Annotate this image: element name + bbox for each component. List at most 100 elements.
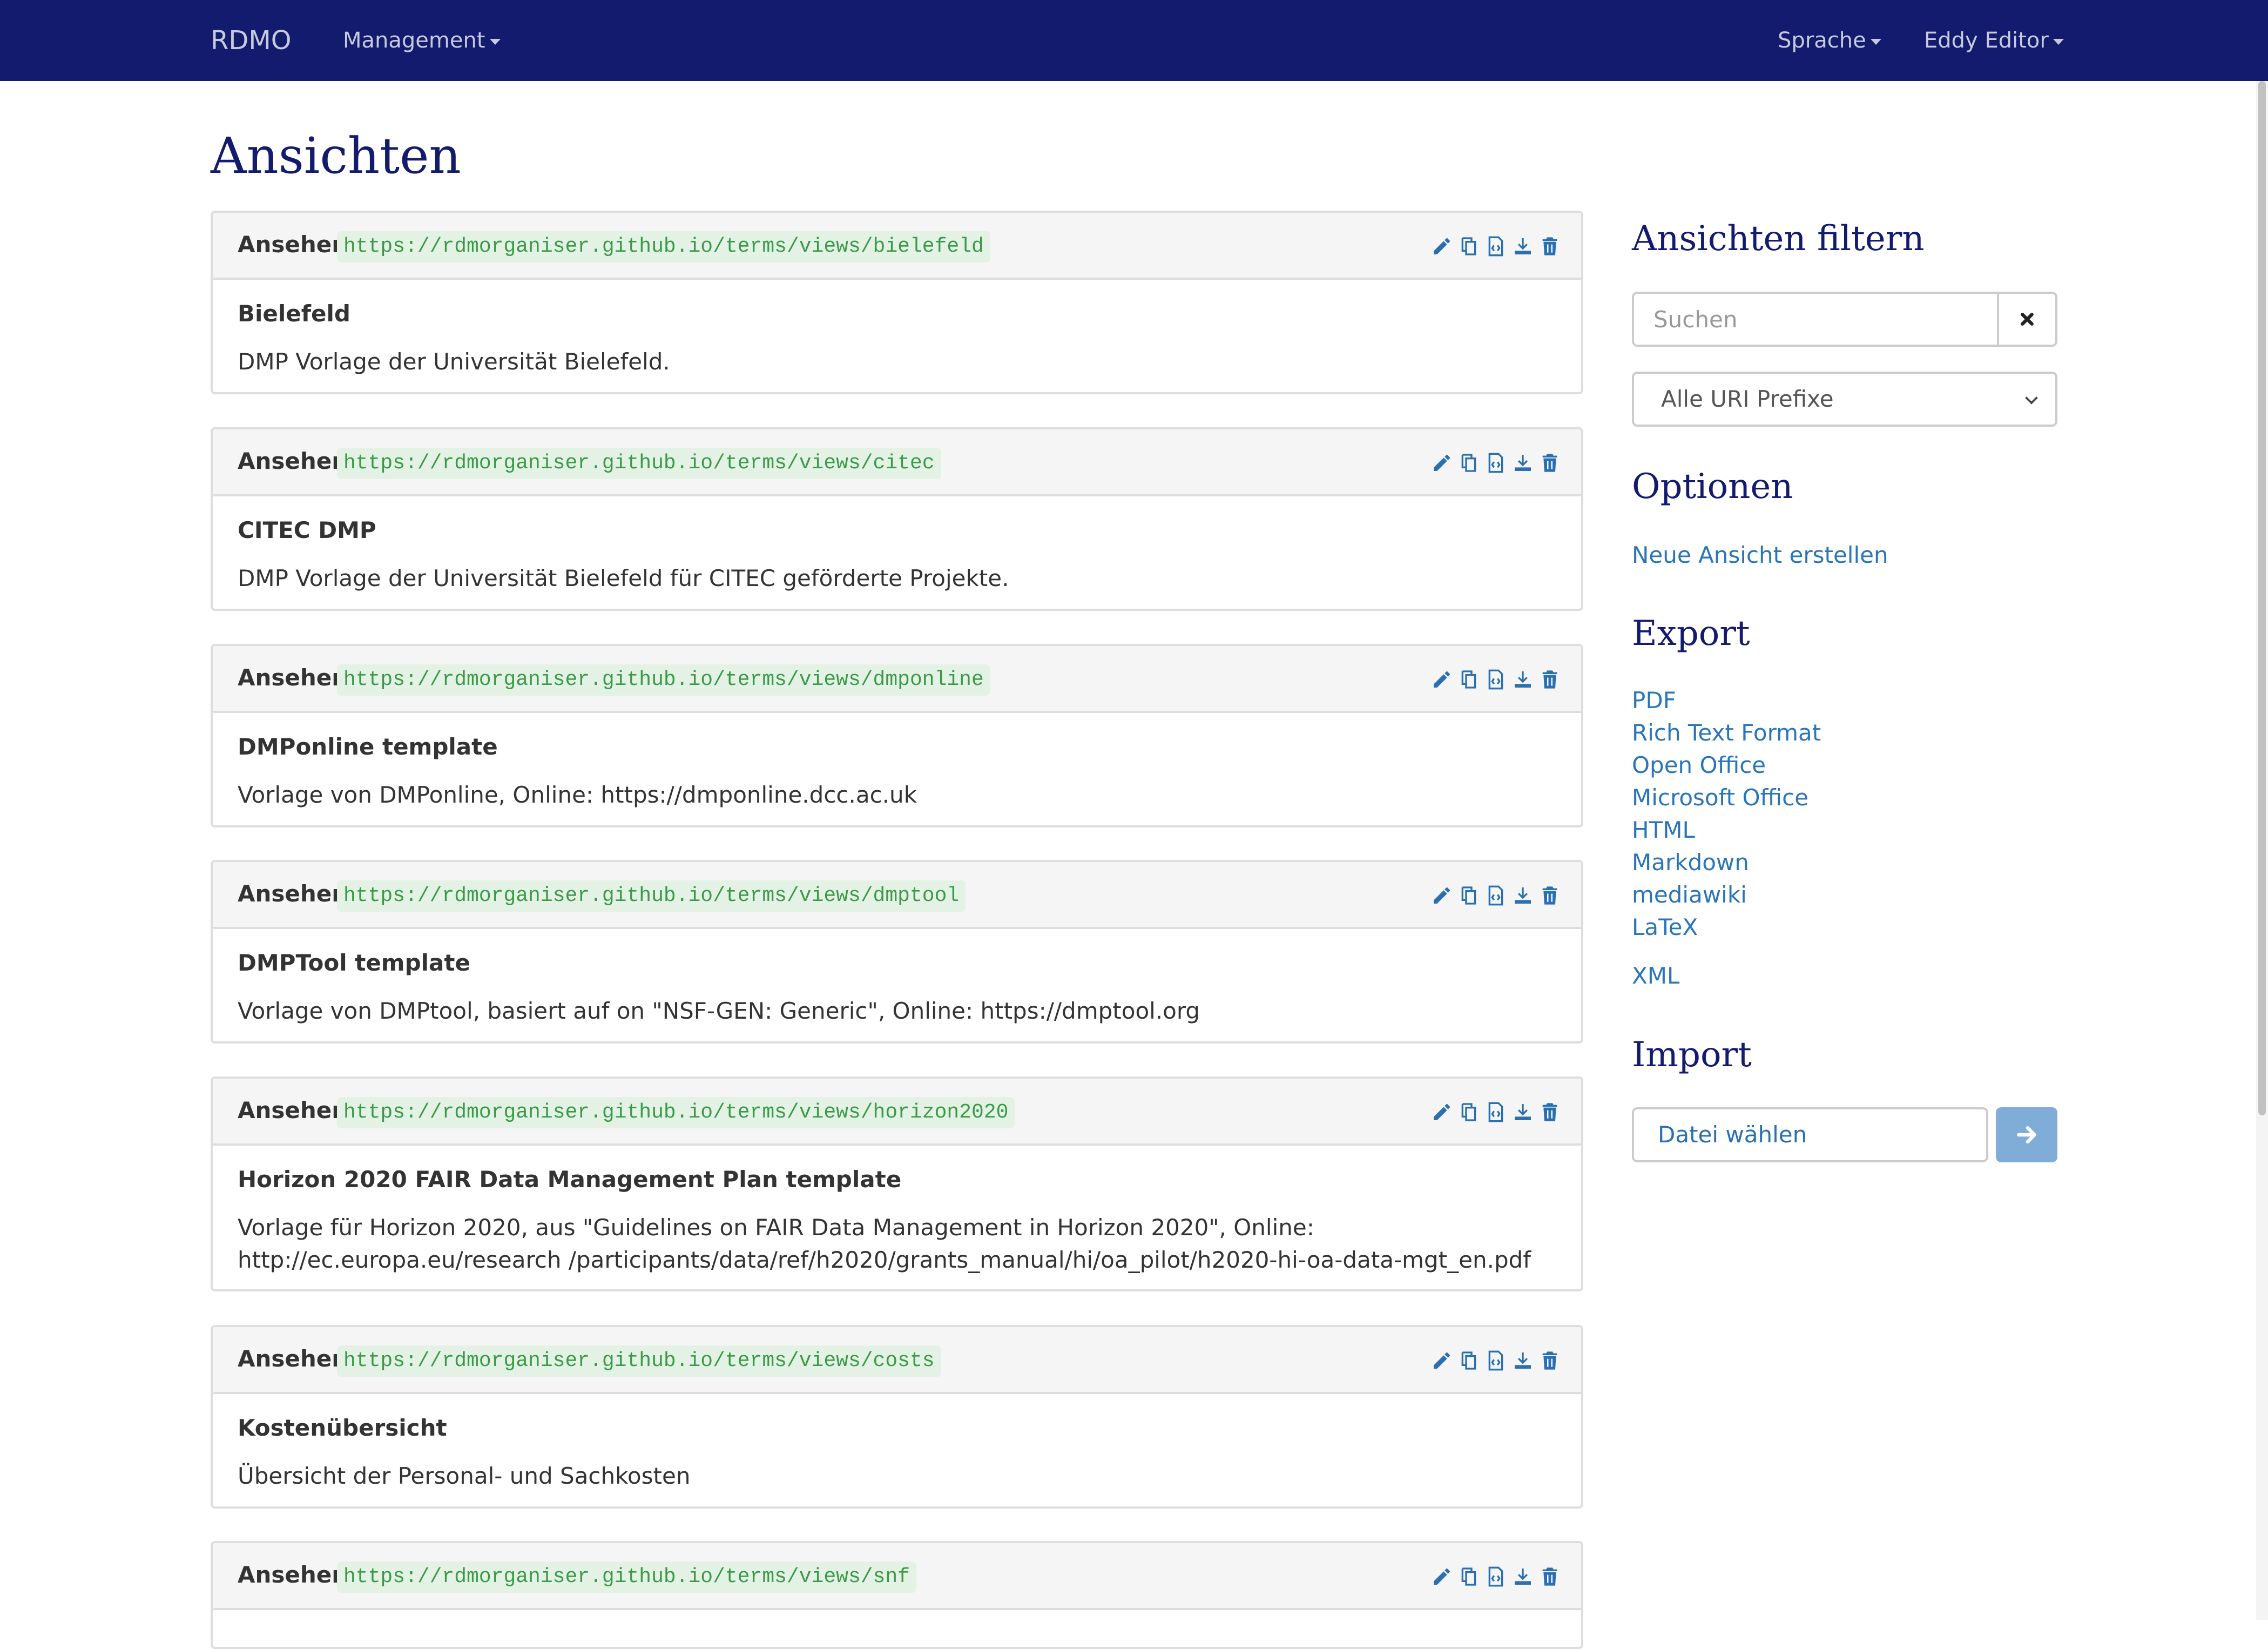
- copy-button[interactable]: [1457, 667, 1481, 692]
- view-title: DMPonline template: [238, 733, 498, 760]
- export-heading: Export: [1632, 614, 1750, 654]
- panel-label: Ansehen: [238, 448, 348, 474]
- delete-button[interactable]: [1538, 233, 1562, 259]
- copy-button[interactable]: [1457, 1099, 1481, 1125]
- filter-heading: Ansichten filtern: [1632, 219, 1925, 259]
- export-xml-button[interactable]: [1484, 1564, 1508, 1590]
- panel-actions: [1430, 233, 1562, 259]
- edit-button[interactable]: [1430, 1564, 1454, 1590]
- view-uri[interactable]: https://rdmorganiser.github.io/terms/vie…: [337, 880, 966, 912]
- view-uri[interactable]: https://rdmorganiser.github.io/terms/vie…: [337, 1561, 916, 1593]
- edit-button[interactable]: [1430, 1348, 1454, 1374]
- trash-icon: [1542, 1351, 1557, 1370]
- export-xml-link[interactable]: XML: [1632, 963, 1679, 989]
- export-xml-button[interactable]: [1484, 450, 1508, 476]
- export-xml-button[interactable]: [1484, 233, 1508, 259]
- export-xml-button[interactable]: [1484, 667, 1508, 692]
- export-xml-button[interactable]: [1484, 1099, 1508, 1125]
- new-view-link[interactable]: Neue Ansicht erstellen: [1632, 542, 1888, 568]
- page-title: Ansichten: [211, 127, 461, 185]
- trash-icon: [1542, 454, 1557, 472]
- panel-heading: Ansehen https://rdmorganiser.github.io/t…: [213, 862, 1581, 929]
- copy-button[interactable]: [1457, 1348, 1481, 1374]
- view-uri[interactable]: https://rdmorganiser.github.io/terms/vie…: [337, 664, 990, 696]
- scrollbar-thumb[interactable]: [2258, 81, 2266, 1115]
- download-icon: [1515, 1104, 1531, 1120]
- export-xml-button[interactable]: [1484, 1348, 1508, 1374]
- view-panel: Ansehen https://rdmorganiser.github.io/t…: [211, 427, 1583, 611]
- pencil-icon: [1434, 887, 1450, 904]
- caret-down-icon: [1870, 38, 1881, 45]
- view-uri[interactable]: https://rdmorganiser.github.io/terms/vie…: [337, 231, 990, 263]
- edit-button[interactable]: [1430, 450, 1454, 476]
- export-link-markdown[interactable]: Markdown: [1632, 849, 1749, 876]
- import-submit-button[interactable]: [1996, 1107, 2057, 1162]
- pencil-icon: [1434, 1104, 1450, 1120]
- copy-icon: [1461, 1103, 1476, 1121]
- user-menu[interactable]: Eddy Editor: [1924, 0, 2064, 81]
- edit-button[interactable]: [1430, 1099, 1454, 1125]
- view-uri[interactable]: https://rdmorganiser.github.io/terms/vie…: [337, 1097, 1015, 1128]
- delete-button[interactable]: [1538, 1564, 1562, 1590]
- search-input[interactable]: [1634, 294, 1999, 345]
- view-uri[interactable]: https://rdmorganiser.github.io/terms/vie…: [337, 1345, 941, 1377]
- clear-search-button[interactable]: [1997, 294, 2055, 345]
- export-link-html[interactable]: HTML: [1632, 817, 1695, 843]
- edit-button[interactable]: [1430, 667, 1454, 692]
- delete-button[interactable]: [1538, 450, 1562, 476]
- panel-actions: [1430, 450, 1562, 476]
- uri-prefix-selected: Alle URI Prefixe: [1661, 386, 1834, 412]
- download-button[interactable]: [1511, 1099, 1535, 1125]
- code-file-icon: [1488, 453, 1503, 473]
- edit-button[interactable]: [1430, 883, 1454, 908]
- export-link-rich-text-format[interactable]: Rich Text Format: [1632, 719, 1821, 746]
- language-menu[interactable]: Sprache: [1778, 0, 1881, 81]
- import-file-input[interactable]: Datei wählen: [1632, 1107, 1988, 1162]
- download-button[interactable]: [1511, 233, 1535, 259]
- export-link-pdf[interactable]: PDF: [1632, 687, 1676, 714]
- delete-button[interactable]: [1538, 1099, 1562, 1125]
- copy-button[interactable]: [1457, 883, 1481, 908]
- view-uri[interactable]: https://rdmorganiser.github.io/terms/vie…: [337, 448, 941, 479]
- trash-icon: [1542, 237, 1557, 255]
- panel-label: Ansehen: [238, 880, 348, 907]
- view-description: DMP Vorlage der Universität Bielefeld fü…: [238, 565, 1009, 591]
- pencil-icon: [1434, 1569, 1450, 1585]
- trash-icon: [1542, 1567, 1557, 1586]
- delete-button[interactable]: [1538, 883, 1562, 908]
- copy-button[interactable]: [1457, 1564, 1481, 1590]
- export-link-latex[interactable]: LaTeX: [1632, 914, 1698, 940]
- delete-button[interactable]: [1538, 1348, 1562, 1374]
- code-file-icon: [1488, 885, 1503, 906]
- panel-label: Ansehen: [238, 664, 348, 691]
- view-title: CITEC DMP: [238, 517, 376, 543]
- close-icon: [2021, 313, 2034, 326]
- export-xml-button[interactable]: [1484, 883, 1508, 908]
- export-link-open-office[interactable]: Open Office: [1632, 752, 1766, 778]
- brand-logo[interactable]: RDMO: [211, 0, 292, 81]
- pencil-icon: [1434, 671, 1450, 688]
- trash-icon: [1542, 1103, 1557, 1121]
- view-description: Vorlage von DMPonline, Online: https://d…: [238, 782, 917, 808]
- export-link-microsoft-office[interactable]: Microsoft Office: [1632, 784, 1808, 811]
- top-navbar: RDMO Management Sprache Eddy Editor: [0, 0, 2268, 81]
- panel-heading: Ansehen https://rdmorganiser.github.io/t…: [213, 1543, 1581, 1610]
- arrow-right-icon: [2017, 1126, 2036, 1144]
- edit-button[interactable]: [1430, 233, 1454, 259]
- delete-button[interactable]: [1538, 667, 1562, 692]
- uri-prefix-select[interactable]: Alle URI Prefixe: [1632, 372, 2057, 427]
- download-icon: [1515, 1352, 1531, 1369]
- download-button[interactable]: [1511, 1564, 1535, 1590]
- user-menu-label: Eddy Editor: [1924, 28, 2049, 53]
- download-button[interactable]: [1511, 450, 1535, 476]
- download-button[interactable]: [1511, 883, 1535, 908]
- copy-button[interactable]: [1457, 233, 1481, 259]
- export-link-mediawiki[interactable]: mediawiki: [1632, 881, 1747, 908]
- management-menu[interactable]: Management: [343, 0, 501, 81]
- panel-heading: Ansehen https://rdmorganiser.github.io/t…: [213, 213, 1581, 280]
- download-button[interactable]: [1511, 1348, 1535, 1374]
- copy-button[interactable]: [1457, 450, 1481, 476]
- view-panel: Ansehen https://rdmorganiser.github.io/t…: [211, 211, 1583, 394]
- download-button[interactable]: [1511, 667, 1535, 692]
- view-panel: Ansehen https://rdmorganiser.github.io/t…: [211, 1076, 1583, 1291]
